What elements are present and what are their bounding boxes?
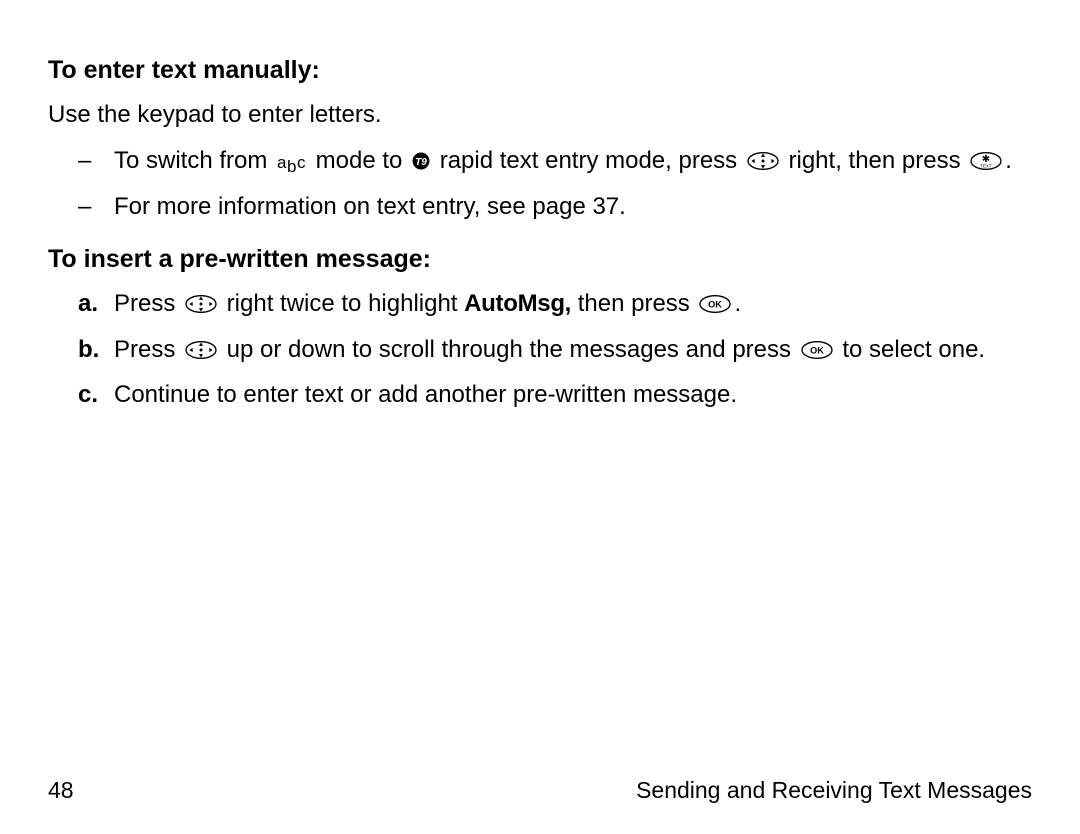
step-label: c. (48, 379, 114, 411)
step-text: Press right twice to highlight AutoMsg, … (114, 288, 1032, 323)
bullet-text: To switch from abc mode to rapid text en… (114, 145, 1032, 180)
manual-page: To enter text manually: Use the keypad t… (0, 0, 1080, 834)
section-title: Sending and Receiving Text Messages (636, 777, 1032, 804)
heading-manual-entry: To enter text manually: (48, 56, 1032, 85)
heading-prewritten: To insert a pre-written message: (48, 245, 1032, 274)
dash: – (48, 191, 114, 223)
bullet-list-1: – To switch from abc mode to rapid text … (48, 145, 1032, 223)
abc-icon: abc (277, 154, 306, 177)
nav-icon (184, 337, 218, 369)
nav-icon (746, 148, 780, 180)
list-item: a. Press right twice to highlight AutoMs… (48, 288, 1032, 323)
ok-icon (800, 337, 834, 369)
list-item: – For more information on text entry, se… (48, 191, 1032, 223)
step-label: b. (48, 334, 114, 369)
page-number: 48 (48, 777, 74, 804)
ordered-list: a. Press right twice to highlight AutoMs… (48, 288, 1032, 411)
dash: – (48, 145, 114, 180)
step-text: Press up or down to scroll through the m… (114, 334, 1032, 369)
nav-icon (184, 291, 218, 323)
ok-icon (698, 291, 732, 323)
bullet-text: For more information on text entry, see … (114, 191, 1032, 223)
page-footer: 48 Sending and Receiving Text Messages (48, 777, 1032, 804)
step-text: Continue to enter text or add another pr… (114, 379, 1032, 411)
list-item: – To switch from abc mode to rapid text … (48, 145, 1032, 180)
star-text-icon (969, 148, 1003, 180)
intro-text: Use the keypad to enter letters. (48, 99, 1032, 131)
list-item: c. Continue to enter text or add another… (48, 379, 1032, 411)
step-label: a. (48, 288, 114, 323)
t9-icon (411, 148, 431, 180)
list-item: b. Press up or down to scroll through th… (48, 334, 1032, 369)
